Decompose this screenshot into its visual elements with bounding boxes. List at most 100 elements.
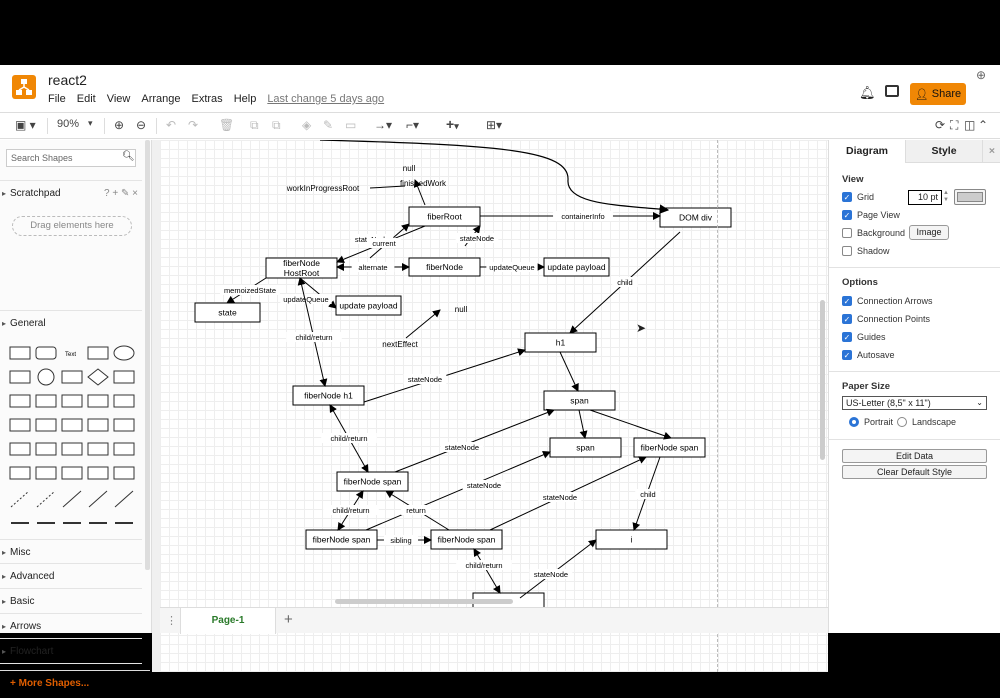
table-icon[interactable]: ⊞▾ bbox=[486, 118, 502, 132]
clear-default-style-button[interactable]: Clear Default Style bbox=[842, 465, 987, 479]
shape-item bbox=[87, 418, 109, 432]
diagram-node-label: fiberNode span bbox=[313, 535, 371, 545]
tab-diagram[interactable]: Diagram bbox=[829, 140, 905, 163]
diagram-node-label: state bbox=[218, 308, 237, 318]
shadow-checkbox[interactable]: Shadow bbox=[842, 246, 890, 256]
edit-data-button[interactable]: Edit Data bbox=[842, 449, 987, 463]
chevron-down-icon: ⌄ bbox=[976, 398, 983, 407]
scratchpad-drop-zone[interactable]: Drag elements here bbox=[12, 216, 132, 236]
section-basic[interactable]: Basic bbox=[0, 589, 142, 614]
menu-help[interactable]: Help bbox=[234, 93, 257, 105]
section-flowchart[interactable]: Flowchart bbox=[0, 639, 142, 664]
redo-icon[interactable]: ↷ bbox=[188, 118, 198, 132]
shape-item bbox=[35, 394, 57, 408]
shape-line bbox=[62, 490, 82, 508]
bell-icon[interactable]: 🔔︎ bbox=[859, 85, 876, 101]
chevron-down-icon[interactable]: ▾ bbox=[88, 118, 93, 129]
shape-item bbox=[113, 418, 135, 432]
connection-points-checkbox[interactable]: ✓ Connection Points bbox=[842, 314, 930, 324]
more-shapes-button[interactable]: + More Shapes... bbox=[0, 670, 150, 695]
edge-label: memoizedState bbox=[224, 286, 276, 295]
scratchpad-actions[interactable]: ? + ✎ × bbox=[104, 181, 138, 206]
search-shapes-input[interactable]: Search Shapes bbox=[6, 149, 136, 167]
diagram-edge bbox=[394, 408, 555, 473]
sidebar-scrollbar[interactable] bbox=[145, 140, 150, 570]
vertical-scrollbar[interactable] bbox=[820, 300, 825, 460]
edge-label: child/return bbox=[465, 561, 502, 570]
tab-page-1[interactable]: Page-1 bbox=[180, 608, 276, 634]
shape-item bbox=[9, 370, 31, 384]
diagram-node-label: HostRoot bbox=[284, 268, 320, 278]
guides-checkbox[interactable]: ✓ Guides bbox=[842, 332, 886, 342]
format-toggle-icon[interactable]: ◫ bbox=[964, 118, 975, 132]
section-arrows[interactable]: Arrows bbox=[0, 614, 142, 639]
fullscreen-icon[interactable]: ⛶ bbox=[950, 118, 958, 133]
to-front-icon[interactable]: ⧉ bbox=[250, 118, 259, 133]
shape-item bbox=[61, 394, 83, 408]
background-checkbox[interactable]: Background bbox=[842, 228, 905, 238]
diagram-free-text: finishedWork bbox=[400, 179, 447, 188]
shape-item bbox=[61, 370, 83, 384]
diagram-node-label: fiberNode span bbox=[641, 443, 699, 453]
diagram-node-label: span bbox=[576, 443, 595, 453]
insert-icon[interactable]: +▾ bbox=[446, 116, 459, 132]
zoom-in-icon[interactable]: ⊕ bbox=[114, 118, 124, 132]
menu-file[interactable]: File bbox=[48, 93, 66, 105]
comments-icon[interactable] bbox=[885, 85, 899, 97]
add-page-button[interactable]: + bbox=[284, 611, 293, 628]
collapse-icon[interactable]: ⌃ bbox=[978, 118, 988, 132]
diagram-canvas[interactable]: fiberRoot DOM div fiberNode HostRoot fiberNo… bbox=[160, 140, 828, 672]
zoom-out-icon[interactable]: ⊖ bbox=[136, 118, 146, 132]
general-shapes-palette[interactable]: Text bbox=[6, 342, 138, 534]
shadow-icon[interactable]: ▭ bbox=[345, 118, 356, 132]
zoom-select[interactable]: 90% bbox=[57, 118, 79, 130]
edge-label: alternate bbox=[358, 263, 387, 272]
menu-bar: File Edit View Arrange Extras Help Last … bbox=[48, 93, 384, 105]
last-change-link[interactable]: Last change 5 days ago bbox=[267, 93, 384, 105]
grid-checkbox[interactable]: ✓ Grid bbox=[842, 192, 874, 202]
shape-item bbox=[61, 466, 83, 480]
section-advanced[interactable]: Advanced bbox=[0, 564, 142, 589]
pages-menu-icon[interactable]: ⋮ bbox=[166, 614, 177, 627]
section-scratchpad[interactable]: Scratchpad? + ✎ × bbox=[0, 180, 142, 206]
close-panel-icon[interactable]: × bbox=[982, 140, 1000, 163]
connection-arrows-checkbox[interactable]: ✓ Connection Arrows bbox=[842, 296, 933, 306]
undo-icon[interactable]: ↶ bbox=[166, 118, 176, 132]
grid-size-stepper[interactable]: ▲ ▼ bbox=[943, 190, 949, 204]
background-image-button[interactable]: Image bbox=[909, 225, 949, 240]
menu-view[interactable]: View bbox=[107, 93, 131, 105]
document-title[interactable]: react2 bbox=[48, 72, 87, 88]
portrait-radio[interactable]: Portrait bbox=[849, 417, 893, 427]
shape-line bbox=[36, 490, 56, 508]
page-view-checkbox[interactable]: ✓ Page View bbox=[842, 210, 900, 220]
menu-edit[interactable]: Edit bbox=[77, 93, 96, 105]
search-icon[interactable]: 🔍︎ bbox=[122, 151, 135, 162]
section-misc[interactable]: Misc bbox=[0, 539, 142, 565]
tab-style[interactable]: Style bbox=[905, 140, 982, 163]
reset-view-icon[interactable]: ⟳ bbox=[935, 118, 945, 132]
menu-arrange[interactable]: Arrange bbox=[141, 93, 180, 105]
share-button[interactable]: 👤︎ Share bbox=[910, 83, 966, 105]
line-color-icon[interactable]: ✎ bbox=[323, 118, 333, 132]
horizontal-scrollbar[interactable] bbox=[335, 599, 513, 604]
paper-size-select[interactable]: US-Letter (8,5" x 11") ⌄ bbox=[842, 396, 987, 410]
to-back-icon[interactable]: ⧉ bbox=[272, 118, 281, 133]
delete-icon[interactable]: 🗑︎ bbox=[219, 118, 234, 132]
diagram-free-text: workInProgressRoot bbox=[286, 184, 360, 193]
fill-color-icon[interactable]: ◈ bbox=[302, 118, 311, 132]
menu-extras[interactable]: Extras bbox=[192, 93, 223, 105]
section-general[interactable]: General bbox=[0, 310, 142, 336]
diagram-edge bbox=[589, 409, 672, 440]
format-panel: Diagram Style × View ✓ Grid 10 pt ▲ ▼ ✓ Pag… bbox=[828, 140, 1000, 633]
landscape-radio[interactable]: Landscape bbox=[897, 417, 956, 427]
grid-color-button[interactable] bbox=[954, 189, 986, 205]
autosave-checkbox[interactable]: ✓ Autosave bbox=[842, 350, 895, 360]
shape-item bbox=[87, 442, 109, 456]
globe-icon[interactable]: ⊕ bbox=[976, 68, 986, 82]
waypoints-icon[interactable]: ⌐▾ bbox=[406, 118, 419, 132]
grid-size-input[interactable]: 10 pt bbox=[908, 190, 942, 205]
edge-label: child bbox=[640, 490, 655, 499]
format-panel-icon[interactable]: ▣ ▾ bbox=[15, 118, 36, 132]
connection-icon[interactable]: →▾ bbox=[374, 118, 392, 132]
shape-item bbox=[113, 442, 135, 456]
